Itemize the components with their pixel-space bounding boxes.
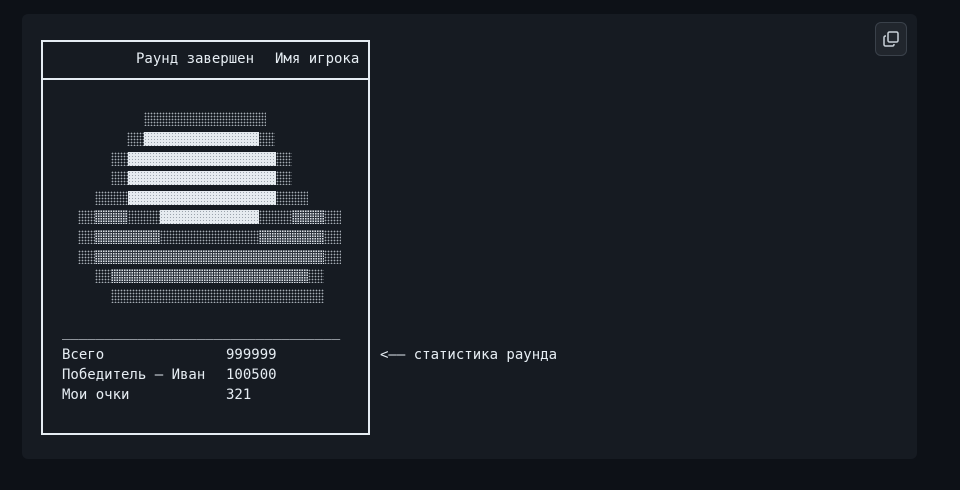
ascii-shade-block — [144, 132, 259, 146]
ascii-shade-block — [95, 230, 160, 244]
ascii-shade-block — [95, 269, 111, 283]
round-finished-title: Раунд завершен — [136, 51, 255, 67]
ascii-shade-block — [144, 112, 266, 126]
ascii-shade-block — [292, 210, 324, 224]
ascii-shade-block — [111, 289, 324, 303]
ascii-shade-block — [259, 210, 292, 224]
stats-divider: _________________________________ — [62, 324, 341, 340]
ascii-shade-block — [111, 152, 128, 166]
ascii-shade-block — [276, 171, 292, 185]
ascii-shade-block — [128, 210, 160, 224]
ascii-shade-block — [160, 210, 259, 224]
stat-total-value: 999999 — [226, 347, 277, 363]
ascii-shade-block — [95, 191, 128, 205]
stat-winner-label: Победитель – Иван — [62, 367, 206, 383]
ascii-shade-block — [95, 210, 128, 224]
stat-winner-value: 100500 — [226, 367, 277, 383]
ascii-shade-block — [276, 152, 292, 166]
ascii-shade-block — [127, 132, 144, 146]
ascii-shade-block — [78, 250, 95, 264]
ascii-shade-block — [276, 191, 308, 205]
copy-icon — [883, 31, 899, 47]
stat-total-label: Всего — [62, 347, 105, 363]
round-stats-annotation: <—— статистика раунда — [380, 347, 558, 363]
player-name-label: Имя игрока — [275, 51, 360, 67]
ascii-shade-block — [111, 269, 308, 283]
stat-my-score-value: 321 — [226, 387, 252, 403]
ascii-shade-block — [324, 250, 341, 264]
ascii-shade-block — [324, 210, 341, 224]
ascii-shade-block — [259, 132, 275, 146]
ascii-shade-block — [128, 171, 276, 185]
ascii-shade-block — [78, 210, 95, 224]
ascii-shade-block — [259, 230, 324, 244]
ascii-shade-block — [111, 171, 128, 185]
copy-button[interactable] — [875, 22, 907, 56]
stat-my-score-label: Мои очки — [62, 387, 130, 403]
ascii-shade-block — [160, 230, 259, 244]
ascii-shade-block — [128, 191, 276, 205]
ascii-shade-block — [78, 230, 95, 244]
header-separator — [41, 78, 370, 80]
ascii-shade-block — [95, 250, 324, 264]
ascii-shade-block — [308, 269, 324, 283]
ascii-shade-block — [324, 230, 341, 244]
ascii-shade-block — [128, 152, 276, 166]
